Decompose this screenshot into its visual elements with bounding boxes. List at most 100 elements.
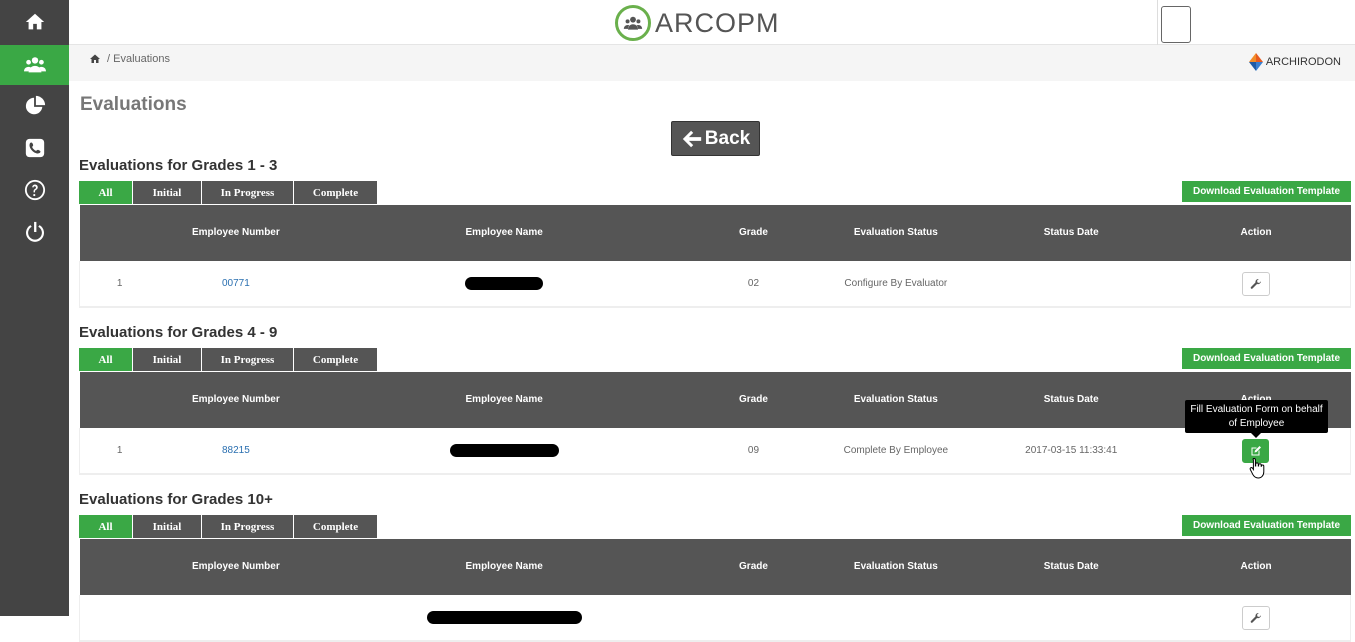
table-row: 1 88215 09 Complete By Employee 2017-03-… (79, 428, 1351, 474)
header-divider (1157, 0, 1158, 45)
col-employee-number: Employee Number (191, 561, 280, 572)
employee-number-link[interactable]: 88215 (222, 445, 250, 456)
col-employee-number: Employee Number (191, 227, 280, 238)
status-date-cell (981, 261, 1162, 307)
table-row (79, 595, 1351, 641)
sidebar-item-users[interactable] (0, 45, 69, 85)
col-evaluation-status: Evaluation Status (853, 394, 938, 405)
wrench-icon (1250, 612, 1261, 623)
status-cell: Complete By Employee (843, 445, 949, 456)
col-status-date: Status Date (1043, 561, 1099, 572)
evaluations-table: Employee Number Employee Name Grade Eval… (79, 539, 1351, 642)
section-grades-10-plus: Evaluations for Grades 10+ All Initial I… (79, 491, 1351, 642)
row-index (80, 595, 160, 641)
action-tooltip: Fill Evaluation Form on behalf of Employ… (1185, 400, 1328, 438)
filter-row: All Initial In Progress Complete Downloa… (79, 515, 1351, 539)
grade-cell: 09 (747, 445, 760, 456)
col-index (80, 539, 160, 595)
filter-row: All Initial In Progress Complete Downloa… (79, 348, 1351, 372)
redacted-employee-name (465, 277, 544, 290)
power-icon (25, 221, 44, 242)
col-employee-name: Employee Name (465, 227, 543, 238)
sidebar-item-contact[interactable] (0, 128, 69, 168)
table-row: 1 00771 02 Configure By Evaluator (79, 261, 1351, 307)
col-action: Action (1240, 561, 1272, 572)
hand-cursor-icon (1249, 457, 1265, 479)
home-icon (25, 13, 44, 30)
filter-in-progress[interactable]: In Progress (202, 515, 294, 538)
archirodon-diamond-icon (1248, 53, 1263, 71)
col-employee-number: Employee Number (191, 394, 280, 405)
redacted-employee-name (449, 444, 559, 457)
filter-initial[interactable]: Initial (133, 348, 202, 371)
sidebar-item-reports[interactable] (0, 86, 69, 126)
filter-complete[interactable]: Complete (294, 348, 377, 371)
section-grades-1-3: Evaluations for Grades 1 - 3 All Initial… (79, 157, 1351, 308)
filter-tabs: All Initial In Progress Complete (79, 348, 377, 371)
filter-initial[interactable]: Initial (133, 181, 202, 204)
col-employee-name: Employee Name (465, 561, 543, 572)
brand-logo: ARCHIRODON (1248, 53, 1341, 71)
status-date-cell: 2017-03-15 11:33:41 (1025, 445, 1118, 456)
filter-all[interactable]: All (79, 348, 133, 371)
status-cell: Configure By Evaluator (844, 278, 948, 289)
help-icon (24, 179, 45, 201)
filter-complete[interactable]: Complete (294, 515, 377, 538)
configure-action-button[interactable] (1241, 605, 1270, 630)
table-header-row: Employee Number Employee Name Grade Eval… (79, 372, 1351, 428)
page-title: Evaluations (80, 94, 187, 115)
col-employee-name: Employee Name (465, 394, 543, 405)
col-action: Action (1240, 227, 1272, 238)
pie-chart-icon (25, 95, 45, 115)
logo-users-icon (615, 5, 651, 41)
col-grade: Grade (739, 227, 768, 238)
filter-in-progress[interactable]: In Progress (202, 181, 294, 204)
col-grade: Grade (739, 394, 768, 405)
sidebar (0, 0, 69, 616)
col-evaluation-status: Evaluation Status (853, 561, 938, 572)
col-evaluation-status: Evaluation Status (853, 227, 938, 238)
row-index: 1 (116, 278, 123, 289)
breadcrumb: / Evaluations (89, 53, 170, 65)
phone-icon (25, 138, 44, 158)
breadcrumb-current: / Evaluations (107, 53, 170, 65)
configure-action-button[interactable] (1241, 271, 1270, 296)
section-title: Evaluations for Grades 1 - 3 (79, 157, 278, 174)
section-grades-4-9: Evaluations for Grades 4 - 9 All Initial… (79, 324, 1351, 475)
filter-in-progress[interactable]: In Progress (202, 348, 294, 371)
app-logo[interactable]: ARCOPM (615, 5, 780, 41)
sidebar-item-help[interactable] (0, 170, 69, 210)
employee-number-link[interactable]: 00771 (222, 278, 250, 289)
filter-all[interactable]: All (79, 181, 133, 204)
filter-row: All Initial In Progress Complete Downloa… (79, 181, 1351, 205)
home-icon[interactable] (89, 53, 101, 65)
app-name: ARCOPM (655, 7, 780, 38)
col-grade: Grade (739, 561, 768, 572)
breadcrumb-bar: / Evaluations ARCHIRODON (69, 45, 1355, 81)
filter-all[interactable]: All (79, 515, 133, 538)
back-button[interactable]: Back (671, 121, 760, 156)
redacted-employee-name (426, 611, 582, 624)
section-title: Evaluations for Grades 4 - 9 (79, 324, 278, 341)
col-status-date: Status Date (1043, 394, 1099, 405)
sidebar-item-logout[interactable] (0, 212, 69, 252)
download-template-button[interactable]: Download Evaluation Template (1182, 348, 1351, 369)
filter-tabs: All Initial In Progress Complete (79, 181, 377, 204)
filter-complete[interactable]: Complete (294, 181, 377, 204)
wrench-icon (1250, 278, 1261, 289)
brand-name: ARCHIRODON (1265, 56, 1341, 68)
download-template-button[interactable]: Download Evaluation Template (1182, 181, 1351, 202)
col-index (80, 205, 160, 261)
user-menu-box[interactable] (1161, 6, 1191, 43)
filter-tabs: All Initial In Progress Complete (79, 515, 377, 538)
filter-initial[interactable]: Initial (133, 515, 202, 538)
back-button-label: Back (704, 127, 751, 149)
table-header-row: Employee Number Employee Name Grade Eval… (79, 539, 1351, 595)
arrow-left-icon (682, 130, 701, 147)
evaluations-table: Employee Number Employee Name Grade Eval… (79, 372, 1351, 475)
col-status-date: Status Date (1043, 227, 1099, 238)
evaluations-table: Employee Number Employee Name Grade Eval… (79, 205, 1351, 308)
download-template-button[interactable]: Download Evaluation Template (1182, 515, 1351, 536)
grade-cell: 02 (747, 278, 760, 289)
sidebar-item-home[interactable] (0, 2, 69, 42)
